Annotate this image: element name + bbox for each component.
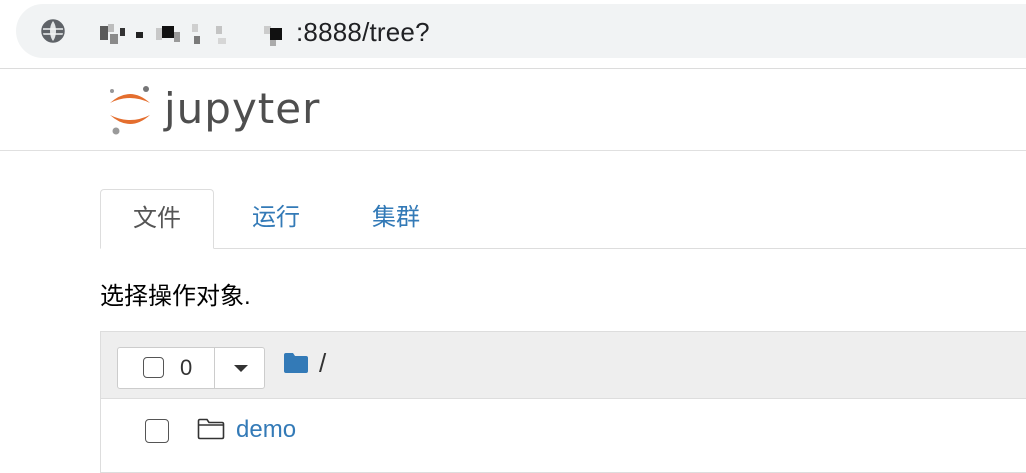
file-list-header: 0 / (101, 332, 1026, 399)
item-checkbox[interactable] (145, 419, 169, 443)
tab-files[interactable]: 文件 (100, 189, 214, 249)
jupyter-logo[interactable]: jupyter (106, 79, 326, 139)
item-name-link[interactable]: demo (236, 416, 296, 444)
masked-hostname (100, 24, 282, 46)
tab-clusters[interactable]: 集群 (358, 189, 434, 247)
select-all-dropdown[interactable]: 0 (117, 347, 265, 389)
select-divider (214, 348, 215, 388)
jupyter-logo-icon (110, 86, 150, 135)
tab-running[interactable]: 运行 (238, 189, 314, 247)
select-all-checkbox[interactable] (143, 357, 164, 378)
browser-address-bar: :8888/tree? (0, 0, 1026, 69)
jupyter-wordmark: jupyter (164, 84, 321, 133)
url-field[interactable]: :8888/tree? (16, 4, 1026, 58)
folder-filled-icon[interactable] (284, 353, 308, 373)
tab-bar: 文件 运行 集群 (100, 189, 1026, 249)
select-instructions: 选择操作对象. (100, 283, 251, 310)
list-item: demo (101, 399, 1026, 463)
file-list: 0 / demo (100, 331, 1026, 473)
globe-icon (41, 19, 65, 43)
url-text: :8888/tree? (296, 17, 430, 47)
caret-down-icon[interactable] (234, 365, 248, 372)
jupyter-header: jupyter (0, 69, 1026, 151)
selected-count: 0 (180, 355, 193, 380)
folder-outline-icon (197, 418, 225, 440)
breadcrumb-root-link[interactable]: / (319, 348, 326, 379)
